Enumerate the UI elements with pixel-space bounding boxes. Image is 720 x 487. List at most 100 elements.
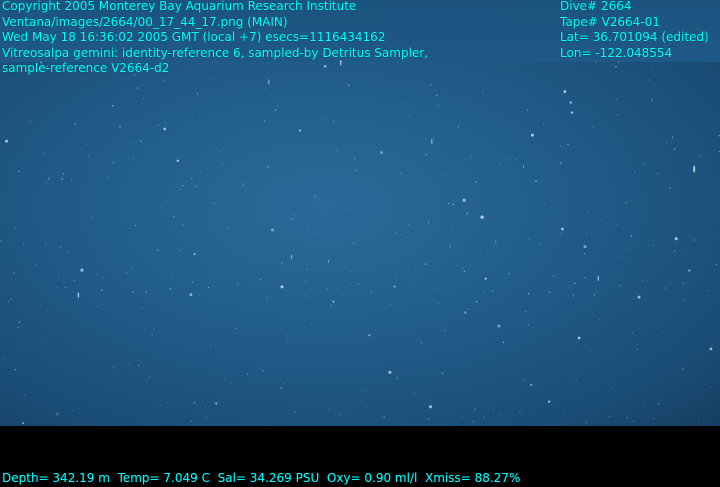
- detritus-particle: [332, 301, 334, 303]
- detritus-particle: [227, 227, 228, 228]
- detritus-particle: [615, 224, 616, 225]
- detritus-particle: [138, 365, 139, 366]
- detritus-particle: [587, 210, 588, 212]
- detritus-particle: [368, 334, 370, 336]
- detritus-particle: [381, 381, 382, 382]
- detritus-particle: [414, 394, 415, 395]
- detritus-particle: [264, 278, 265, 279]
- detritus-particle: [571, 111, 573, 113]
- detritus-particle: [683, 299, 684, 300]
- detritus-particle: [25, 395, 26, 396]
- detritus-particle: [497, 229, 498, 230]
- detritus-particle: [445, 174, 446, 175]
- detritus-particle: [15, 369, 17, 371]
- detritus-particle: [146, 292, 147, 293]
- detritus-particle: [629, 248, 630, 249]
- detritus-particle: [528, 324, 529, 325]
- detritus-particle: [529, 239, 530, 240]
- detritus-particle: [380, 151, 383, 154]
- detritus-particle: [86, 144, 87, 145]
- dive-number: Dive# 2664: [560, 0, 709, 15]
- detritus-particle: [462, 268, 463, 269]
- detritus-particle: [518, 61, 519, 62]
- detritus-particle: [484, 417, 485, 418]
- detritus-particle: [549, 292, 551, 294]
- detritus-particle: [596, 62, 597, 63]
- detritus-particle: [97, 306, 98, 307]
- detritus-particle: [299, 130, 301, 132]
- detritus-particle: [572, 310, 573, 311]
- depth-reading: Depth= 342.19 m: [2, 471, 110, 485]
- detritus-particle: [618, 61, 619, 63]
- detritus-particle: [201, 259, 202, 260]
- detritus-particle: [256, 365, 257, 366]
- detritus-particle: [9, 92, 10, 93]
- detritus-particle: [230, 383, 231, 384]
- detritus-particle: [145, 306, 146, 307]
- detritus-particle: [235, 328, 236, 329]
- detritus-particle: [46, 182, 47, 183]
- detritus-particle: [678, 210, 679, 211]
- detritus-particle: [652, 69, 653, 70]
- detritus-particle: [173, 216, 174, 217]
- detritus-particle: [182, 225, 183, 226]
- detritus-particle: [158, 125, 159, 126]
- detritus-particle: [113, 161, 114, 164]
- detritus-particle: [96, 375, 97, 376]
- detritus-particle: [527, 110, 528, 111]
- detritus-particle: [7, 134, 8, 135]
- detritus-particle: [480, 215, 483, 218]
- detritus-particle: [339, 414, 340, 415]
- latitude: Lat= 36.701094 (edited): [560, 30, 709, 46]
- detritus-particle: [5, 140, 8, 143]
- detritus-particle: [497, 325, 500, 328]
- detritus-particle: [35, 264, 36, 265]
- detritus-particle: [159, 402, 160, 403]
- detritus-particle: [619, 285, 620, 286]
- detritus-particle: [243, 183, 244, 186]
- salinity-reading: Sal= 34.269 PSU: [218, 471, 320, 485]
- detritus-particle: [214, 203, 215, 204]
- detritus-particle: [333, 206, 334, 207]
- detritus-particle: [657, 173, 658, 174]
- detritus-particle: [306, 269, 307, 270]
- detritus-particle: [80, 269, 83, 272]
- detritus-particle: [191, 178, 192, 179]
- detritus-particle: [341, 175, 342, 176]
- detritus-particle: [165, 123, 166, 124]
- detritus-particle: [420, 348, 421, 349]
- detritus-particle: [4, 357, 5, 358]
- detritus-particle: [199, 294, 200, 295]
- detritus-particle: [567, 144, 568, 145]
- detritus-particle: [426, 154, 427, 155]
- detritus-particle: [286, 341, 287, 342]
- detritus-particle: [237, 283, 238, 286]
- detritus-particle: [442, 372, 443, 373]
- detritus-particle: [563, 90, 566, 93]
- detritus-particle: [594, 294, 595, 295]
- detritus-particle: [63, 173, 64, 174]
- detritus-particle: [43, 153, 44, 154]
- detritus-particle: [45, 243, 46, 244]
- detritus-particle: [18, 171, 20, 173]
- detritus-particle: [287, 336, 288, 337]
- detritus-particle: [205, 407, 206, 408]
- detritus-particle: [508, 273, 509, 274]
- detritus-particle: [71, 180, 72, 181]
- detritus-particle: [58, 275, 59, 276]
- detritus-particle: [453, 204, 454, 205]
- detritus-particle: [215, 277, 216, 278]
- detritus-particle: [179, 250, 180, 251]
- detritus-particle: [485, 278, 487, 280]
- detritus-particle: [75, 124, 76, 125]
- detritus-particle: [171, 274, 172, 275]
- detritus-particle: [371, 291, 372, 292]
- detritus-particle: [135, 225, 136, 226]
- detritus-particle: [560, 163, 561, 164]
- detritus-particle: [264, 120, 265, 121]
- detritus-particle: [328, 259, 329, 263]
- detritus-particle: [560, 232, 561, 233]
- detritus-particle: [250, 410, 251, 411]
- detritus-particle: [421, 342, 423, 344]
- detritus-particle: [206, 417, 208, 419]
